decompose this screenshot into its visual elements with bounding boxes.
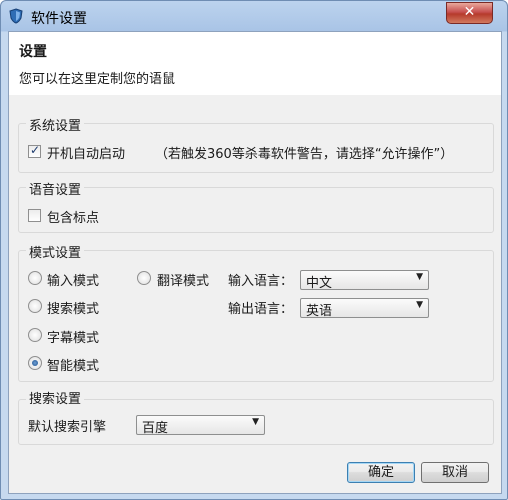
dialog-body: 设置 您可以在这里定制您的语鼠 系统设置 ✓ 开机自动启动 （若触发360等杀毒… [8,31,502,494]
antivirus-note: （若触发360等杀毒软件警告，请选择“允许操作”） [155,147,454,162]
chevron-down-icon: ▼ [416,272,423,282]
dialog-header: 设置 您可以在这里定制您的语鼠 [9,32,501,95]
mode-settings-title: 模式设置 [26,242,85,261]
radio-subtitle-mode[interactable] [28,328,42,342]
close-icon[interactable]: ✕ [464,4,476,20]
smart-mode-label[interactable]: 智能模式 [47,355,99,374]
checkmark-icon: ✓ [30,143,41,157]
shield-icon [9,8,23,24]
search-engine-value: 百度 [142,421,169,436]
punctuation-checkbox[interactable] [28,209,41,222]
settings-window: 软件设置 ✕ 设置 您可以在这里定制您的语鼠 系统设置 ✓ 开机自动启动 （若触… [0,0,508,500]
search-settings-title: 搜索设置 [26,388,85,407]
output-language-label: 输出语言： [228,302,294,317]
chevron-down-icon: ▼ [416,300,423,310]
input-mode-label[interactable]: 输入模式 [47,270,99,289]
cancel-button[interactable]: 取消 [421,462,489,483]
punctuation-label[interactable]: 包含标点 [47,207,99,226]
translate-mode-label[interactable]: 翻译模式 [157,270,209,289]
ok-button[interactable]: 确定 [347,462,415,483]
input-language-value: 中文 [306,276,333,291]
radio-search-mode[interactable] [28,299,42,313]
radio-input-mode[interactable] [28,271,42,285]
search-engine-select[interactable]: 百度 ▼ [136,415,265,436]
close-button[interactable]: ✕ [446,2,493,24]
header-separator [9,94,501,95]
subtitle-mode-label[interactable]: 字幕模式 [47,327,99,346]
page-description: 您可以在这里定制您的语鼠 [19,72,176,87]
title-bar[interactable]: 软件设置 ✕ [1,1,507,31]
window-title: 软件设置 [31,11,87,27]
page-title: 设置 [19,44,47,60]
input-language-label: 输入语言： [228,274,294,289]
autostart-label[interactable]: 开机自动启动 [47,143,125,162]
radio-translate-mode[interactable] [137,271,151,285]
output-language-select[interactable]: 英语 ▼ [300,298,429,319]
search-engine-label: 默认搜索引擎 [28,420,107,435]
search-mode-label[interactable]: 搜索模式 [47,298,99,317]
radio-smart-mode[interactable] [28,356,42,370]
autostart-checkbox[interactable]: ✓ [28,143,41,158]
input-language-select[interactable]: 中文 ▼ [300,270,429,291]
output-language-value: 英语 [306,304,333,319]
system-settings-title: 系统设置 [26,115,85,134]
voice-settings-title: 语音设置 [26,179,85,198]
radio-selected-dot [32,360,38,366]
chevron-down-icon: ▼ [252,417,259,427]
